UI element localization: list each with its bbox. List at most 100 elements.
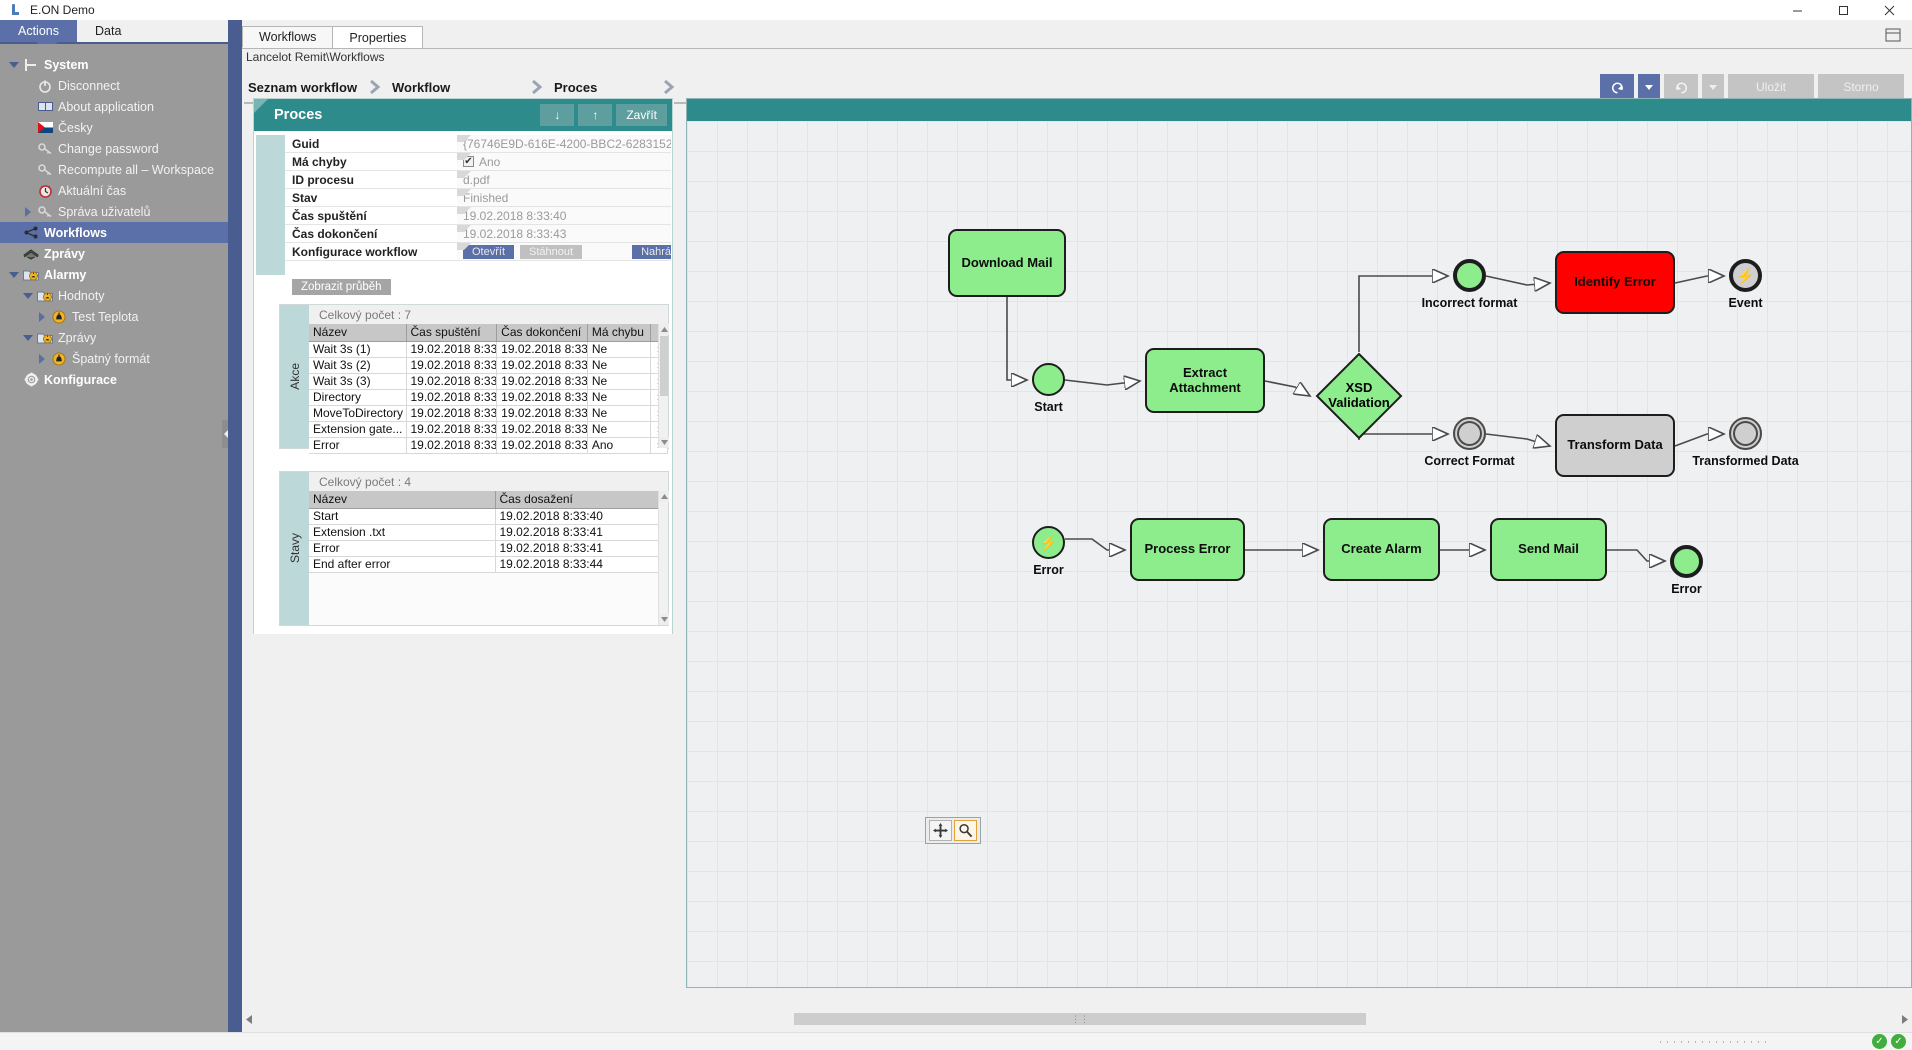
cancel-button[interactable]: Storno [1818,74,1904,100]
akce-scrollbar[interactable] [658,324,668,448]
sidebar-item-about-application[interactable]: About application [0,96,228,117]
undo-dropdown-button[interactable] [1638,74,1660,100]
table-cell: 19.02.2018 8:33... [497,357,588,373]
column-header[interactable]: Čas spuštění [406,324,497,341]
table-row[interactable]: Wait 3s (1)19.02.2018 8:33...19.02.2018 … [309,341,668,357]
chevron-down-icon[interactable] [20,327,36,348]
form-value[interactable]: Otevřít Stáhnout Nahrát [457,243,671,260]
diagram-node-extract-attach[interactable]: Extract Attachment [1145,348,1265,413]
akce-table[interactable]: NázevČas spuštěníČas dokončeníMá chybuWa… [309,324,668,454]
tab-actions[interactable]: Actions [0,20,77,42]
stavy-scrollbar[interactable] [658,491,668,625]
table-row[interactable]: Extension gate...19.02.2018 8:33...19.02… [309,421,668,437]
column-header[interactable]: Čas dosažení [495,491,668,508]
sidebar-item-recompute-all-workspace[interactable]: Recompute all – Workspace [0,159,228,180]
redo-dropdown-button[interactable] [1702,74,1724,100]
power-icon [36,77,54,95]
undo-button[interactable] [1600,74,1634,100]
form-value[interactable]: 19.02.2018 8:33:43 [457,225,671,242]
workflow-diagram[interactable]: Download Mail Start Extract Attachment XSD … [686,98,1912,988]
diagram-node-error-end[interactable]: Error [1670,545,1703,578]
akce-scroll-down-icon[interactable] [659,437,669,448]
show-progress-button[interactable]: Zobrazit průběh [292,279,391,295]
diagram-node-xsd-validation[interactable]: XSD Validation [1315,352,1403,440]
diagram-node-incorrect-format[interactable]: Incorrect format [1453,259,1486,292]
st-hnout-button[interactable]: Stáhnout [520,245,582,259]
sidebar-item-test-teplota[interactable]: Test Teplota [0,306,228,327]
chevron-right-icon[interactable] [34,306,50,327]
sidebar-item-patn-form-t[interactable]: Špatný formát [0,348,228,369]
chevron-right-icon[interactable] [34,348,50,369]
sidebar-item-konfigurace[interactable]: Konfigurace [0,369,228,390]
akce-scroll-up-icon[interactable] [659,324,669,335]
akce-scroll-thumb[interactable] [660,336,668,396]
close-icon[interactable] [1866,0,1912,20]
checkbox-ma-chyby[interactable]: ✔ [463,156,474,167]
sidebar-item-disconnect[interactable]: Disconnect [0,75,228,96]
diagram-node-error-start[interactable]: ⚡Error [1032,526,1065,559]
form-value[interactable]: ✔Ano [457,153,671,170]
tab-properties[interactable]: Properties [332,26,423,48]
ribbon-toggle-icon[interactable] [1882,26,1904,44]
table-row[interactable]: Error19.02.2018 8:33...19.02.2018 8:33..… [309,437,668,453]
scroll-thumb[interactable]: ⋮⋮ [794,1013,1366,1025]
stavy-scroll-down-icon[interactable] [659,614,669,625]
table-row[interactable]: End after error19.02.2018 8:33:44 [309,556,668,572]
diagram-node-send-mail[interactable]: Send Mail [1490,518,1607,581]
sidebar-item-hodnoty[interactable]: Hodnoty [0,285,228,306]
column-header[interactable]: Má chybu [587,324,650,341]
save-button[interactable]: Uložit [1728,74,1814,100]
nahr-t-button[interactable]: Nahrát [632,245,671,259]
table-row[interactable]: Start19.02.2018 8:33:40 [309,508,668,524]
stavy-scroll-up-icon[interactable] [659,491,669,502]
close-panel-button[interactable]: Zavřít [616,104,667,126]
maximize-icon[interactable] [1820,0,1866,20]
minimize-icon[interactable] [1774,0,1820,20]
sidebar-item-alarmy[interactable]: Alarmy [0,264,228,285]
sidebar-item-aktu-ln-as[interactable]: Aktuální čas [0,180,228,201]
redo-button[interactable] [1664,74,1698,100]
column-header[interactable]: Čas dokončení [497,324,588,341]
scroll-right-icon[interactable] [1898,1012,1912,1026]
form-value[interactable]: {76746E9D-616E-4200-BBC2-628315256CB [457,135,671,152]
move-down-button[interactable]: ↓ [540,104,574,126]
otev-t-button[interactable]: Otevřít [463,245,514,259]
table-row[interactable]: Wait 3s (3)19.02.2018 8:33...19.02.2018 … [309,373,668,389]
form-value[interactable]: Finished [457,189,671,206]
sidebar-item-workflows[interactable]: Workflows [0,222,228,243]
column-header[interactable]: Název [309,491,495,508]
sidebar-item-system[interactable]: System [0,54,228,75]
diagram-node-process-error[interactable]: Process Error [1130,518,1245,581]
sidebar-item-esky[interactable]: Česky [0,117,228,138]
scroll-left-icon[interactable] [242,1012,256,1026]
tab-workflows[interactable]: Workflows [242,26,333,48]
form-value[interactable]: d.pdf [457,171,671,188]
diagram-node-create-alarm[interactable]: Create Alarm [1323,518,1440,581]
sidebar-item-change-password[interactable]: Change password [0,138,228,159]
pan-tool-icon[interactable] [929,820,952,841]
diagram-node-download-mail[interactable]: Download Mail [948,229,1066,297]
chevron-down-icon[interactable] [20,285,36,306]
form-value[interactable]: 19.02.2018 8:33:40 [457,207,671,224]
chevron-right-icon[interactable] [20,201,36,222]
table-row[interactable]: Wait 3s (2)19.02.2018 8:33...19.02.2018 … [309,357,668,373]
table-row[interactable]: Extension .txt19.02.2018 8:33:41 [309,524,668,540]
tab-data[interactable]: Data [77,20,139,42]
column-header[interactable]: Název [309,324,406,341]
sidebar-item-spr-va-u-ivatel[interactable]: Správa uživatelů [0,201,228,222]
stavy-table[interactable]: NázevČas dosaženíStart19.02.2018 8:33:40… [309,491,668,573]
sidebar-item-zpr-vy[interactable]: Zprávy [0,327,228,348]
chevron-down-icon[interactable] [6,54,22,75]
sidebar-item-zpr-vy[interactable]: Zprávy [0,243,228,264]
move-up-button[interactable]: ↑ [578,104,612,126]
table-row[interactable]: MoveToDirectory19.02.2018 8:33...19.02.2… [309,405,668,421]
chevron-down-icon[interactable] [6,264,22,285]
diagram-node-transformed-data[interactable]: Transformed Data [1729,417,1762,450]
table-row[interactable]: Error19.02.2018 8:33:41 [309,540,668,556]
diagram-node-start[interactable]: Start [1032,363,1065,396]
diagram-node-correct-format[interactable]: Correct Format [1453,417,1486,450]
diagram-node-event[interactable]: ⚡Event [1729,259,1762,292]
zoom-tool-icon[interactable] [954,820,977,841]
table-row[interactable]: Directory19.02.2018 8:33...19.02.2018 8:… [309,389,668,405]
main-horizontal-scrollbar[interactable]: ⋮⋮ [242,1012,1912,1026]
